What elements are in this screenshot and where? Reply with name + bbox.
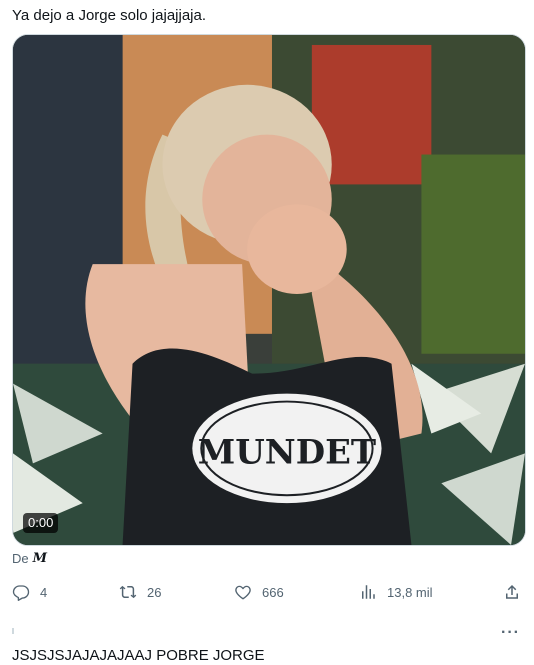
views-count: 13,8 mil	[387, 584, 433, 600]
reply-text: JSJSJSJAJAJAJAAJ POBRE JORGE	[12, 647, 265, 664]
views-button[interactable]: 13,8 mil	[359, 578, 433, 606]
tweet-actions: 4 26 666 13,8 mil	[12, 578, 526, 606]
retweet-button[interactable]: 26	[119, 578, 161, 606]
heart-icon	[235, 585, 251, 600]
attribution-prefix: De	[12, 551, 29, 566]
attribution-source[interactable]: M	[33, 551, 47, 566]
tweet-text: Ya dejo a Jorge solo jajajjaja.	[12, 7, 207, 24]
reply-icon	[12, 585, 30, 601]
video-time-badge: 0:00	[23, 513, 59, 533]
media-attribution: De M	[12, 551, 47, 566]
reply-count: 4	[40, 584, 48, 600]
video-frame: MUNDET	[13, 35, 525, 545]
like-button[interactable]: 666	[234, 578, 284, 606]
reply-button[interactable]: 4	[12, 578, 47, 606]
share-button[interactable]	[503, 578, 521, 606]
retweet-icon	[119, 585, 137, 599]
more-icon[interactable]: ···	[501, 624, 520, 642]
shirt-logo-text: MUNDET	[198, 431, 376, 471]
video-player[interactable]: MUNDET 0:00	[12, 34, 526, 546]
like-count: 666	[262, 584, 284, 600]
share-icon	[506, 584, 518, 599]
thread-line	[12, 628, 14, 634]
retweet-count: 26	[147, 584, 162, 600]
views-icon	[362, 585, 375, 599]
